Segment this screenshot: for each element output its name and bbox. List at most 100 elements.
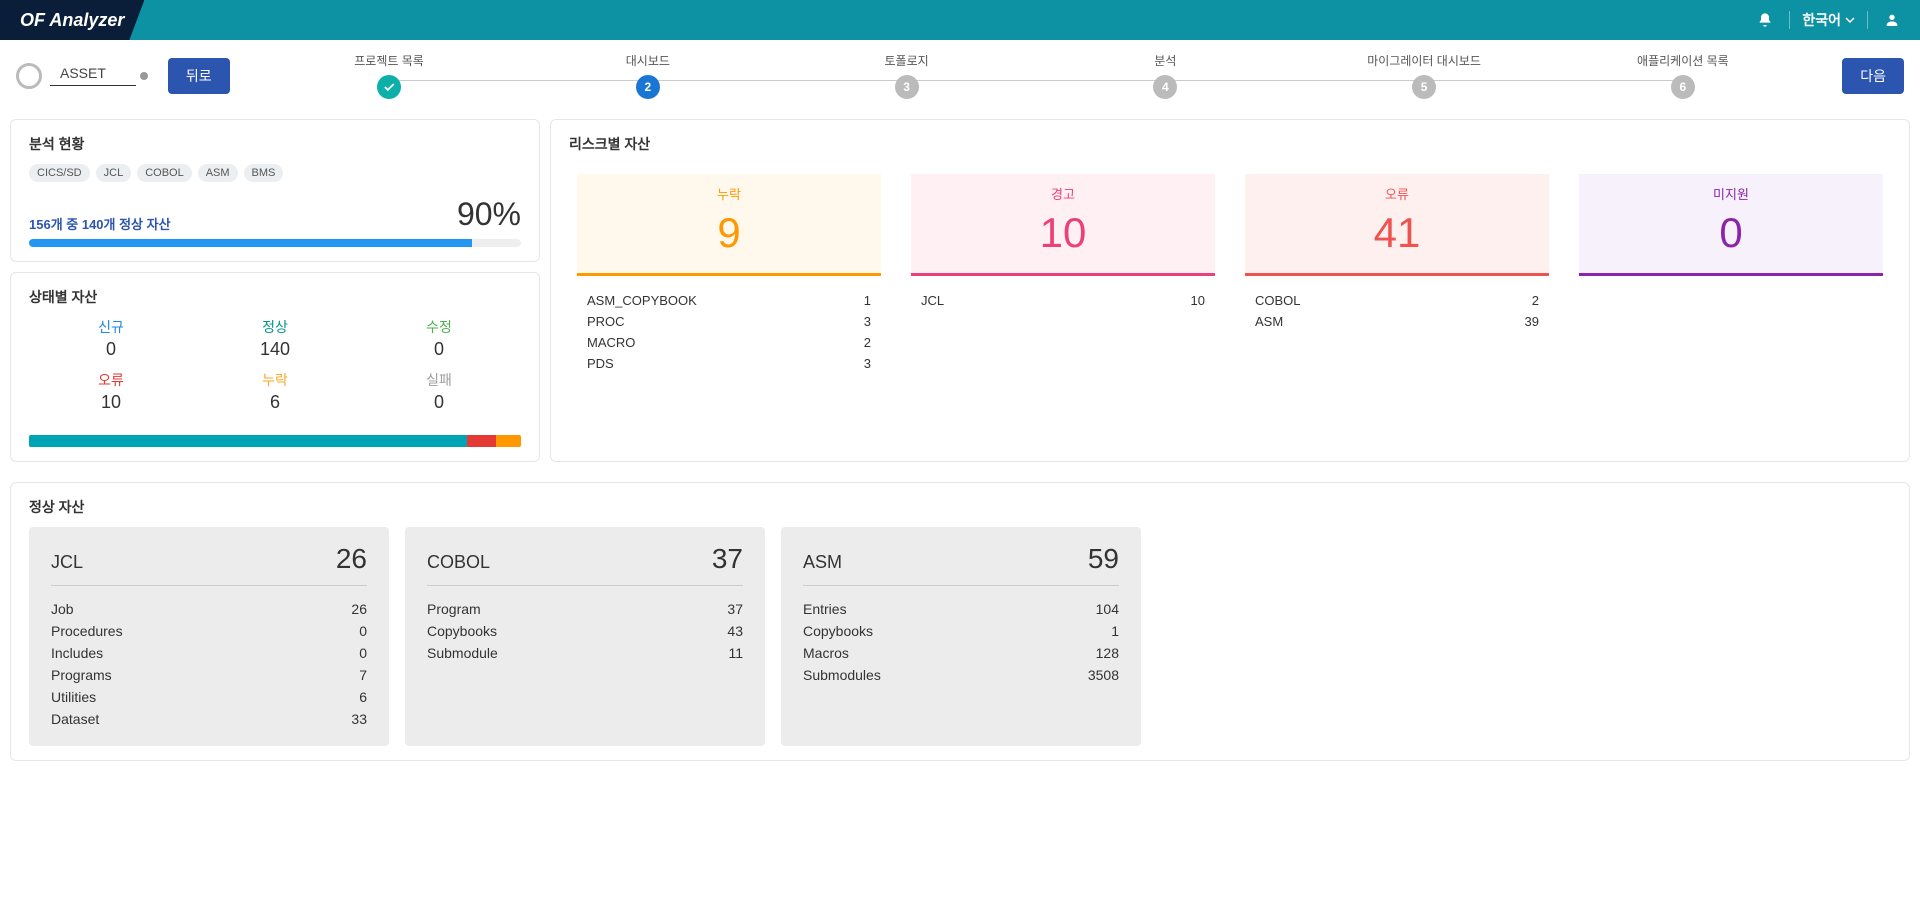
risk-category-count: 10 bbox=[911, 209, 1215, 257]
state-item: 정상140 bbox=[193, 317, 357, 360]
state-item: 오류10 bbox=[29, 370, 193, 413]
topbar: OF Analyzer 한국어 bbox=[0, 0, 1920, 40]
sound-row-value: 11 bbox=[728, 645, 743, 661]
risk-category-count: 41 bbox=[1245, 209, 1549, 257]
sound-row: Dataset33 bbox=[51, 708, 367, 730]
risk-row-label: MACRO bbox=[587, 335, 635, 350]
step-2[interactable]: 대시보드2 bbox=[518, 52, 777, 99]
risk-title: 리스크별 자산 bbox=[569, 134, 1891, 154]
sound-row-value: 1 bbox=[1111, 623, 1119, 639]
risk-row-value: 1 bbox=[864, 293, 871, 308]
sound-card-total: 37 bbox=[712, 543, 743, 575]
sound-row-value: 6 bbox=[359, 689, 367, 705]
sound-cards-row: JCL26 Job26Procedures0Includes0 Programs 7 U… bbox=[29, 527, 1891, 746]
risk-category-card[interactable]: 오류41COBOL2ASM39 bbox=[1237, 164, 1557, 388]
risk-category-title: 오류 bbox=[1245, 184, 1549, 203]
step-label: 마이그레이터 대시보드 bbox=[1367, 52, 1481, 69]
step-3[interactable]: 토폴로지3 bbox=[777, 52, 1036, 99]
sound-row-label: Copybooks bbox=[803, 623, 873, 639]
sound-row-label: Submodules bbox=[803, 667, 881, 683]
risk-row-value: 2 bbox=[1532, 293, 1539, 308]
brand-wrap: OF Analyzer bbox=[0, 0, 144, 40]
risk-row: ASM_COPYBOOK1 bbox=[587, 290, 871, 311]
sound-row: Job26 bbox=[51, 598, 367, 620]
chip[interactable]: CICS/SD bbox=[29, 164, 90, 182]
state-item: 신규0 bbox=[29, 317, 193, 360]
risk-row: PROC 3 bbox=[587, 311, 871, 332]
state-label: 오류 bbox=[29, 370, 193, 390]
sound-row-label: Program bbox=[427, 601, 481, 617]
sound-card: COBOL37Program37Copybooks43Submodule11 bbox=[405, 527, 765, 746]
state-title: 상태별 자산 bbox=[29, 287, 521, 307]
step-5[interactable]: 마이그레이터 대시보드 5 bbox=[1295, 52, 1554, 99]
risk-head: 오류 41 bbox=[1245, 174, 1549, 276]
back-button[interactable]: 뒤로 bbox=[168, 58, 230, 94]
bell-icon[interactable] bbox=[1753, 8, 1777, 32]
sound-row-value: 43 bbox=[727, 623, 743, 639]
sound-row-label: Submodule bbox=[427, 645, 498, 661]
risk-grid: 누락9ASM_COPYBOOK1PROC3MACRO2PDS3경고10JCL10… bbox=[569, 164, 1891, 388]
progress-fill bbox=[29, 239, 472, 247]
user-icon[interactable] bbox=[1880, 8, 1904, 32]
sound-row: Utilities6 bbox=[51, 686, 367, 708]
risk-row-value: 3 bbox=[864, 356, 871, 371]
chevron-down-icon bbox=[1845, 15, 1855, 25]
stacked-segment bbox=[496, 435, 521, 447]
sound-row: Submodules3508 bbox=[803, 664, 1119, 686]
sound-row: Submodule 11 bbox=[427, 642, 743, 664]
risk-row: ASM39 bbox=[1255, 311, 1539, 332]
sound-card-head: JCL26 bbox=[51, 543, 367, 586]
language-selector[interactable]: 한국어 bbox=[1802, 10, 1855, 30]
risk-row-label: PDS bbox=[587, 356, 614, 371]
risk-row: PDS 3 bbox=[587, 353, 871, 374]
step-6[interactable]: 애플리케이션 목록6 bbox=[1554, 52, 1813, 99]
step-circle: 5 bbox=[1412, 75, 1436, 99]
sound-row-value: 7 bbox=[359, 667, 367, 683]
state-card: 상태별 자산 신규0정상140수정0오류10누락6실패0 bbox=[10, 272, 540, 462]
risk-head: 경고10 bbox=[911, 174, 1215, 276]
analysis-status-card: 분석 현황 CICS/SDJCLCOBOLASMBMS 156개 중 140개 … bbox=[10, 119, 540, 262]
risk-category-card[interactable]: 누락9ASM_COPYBOOK1PROC3MACRO2PDS3 bbox=[569, 164, 889, 388]
asset-circle-icon bbox=[16, 63, 42, 89]
risk-row-value: 39 bbox=[1525, 314, 1539, 329]
sound-row-value: 128 bbox=[1096, 645, 1119, 661]
step-label: 토폴로지 bbox=[885, 52, 929, 69]
sound-row-label: Macros bbox=[803, 645, 849, 661]
nav-row: ASSET 뒤로 프로젝트 목록대시보드2토폴로지3분석4마이그레이터 대시보드… bbox=[0, 40, 1920, 119]
sound-row-value: 0 bbox=[359, 645, 367, 661]
separator bbox=[1867, 11, 1868, 29]
sound-row: Includes0 bbox=[51, 642, 367, 664]
state-value: 0 bbox=[357, 392, 521, 413]
chip[interactable]: ASM bbox=[198, 164, 238, 182]
risk-category-title: 누락 bbox=[577, 184, 881, 203]
risk-category-count: 0 bbox=[1579, 209, 1883, 257]
step-1[interactable]: 프로젝트 목록 bbox=[260, 52, 519, 99]
chip[interactable]: COBOL bbox=[137, 164, 192, 182]
next-button[interactable]: 다음 bbox=[1842, 58, 1904, 94]
stacked-bar bbox=[29, 435, 521, 447]
sound-row-label: Programs bbox=[51, 667, 112, 683]
state-grid: 신규0정상140수정0오류10누락6실패0 bbox=[29, 317, 521, 413]
sound-row: Procedures0 bbox=[51, 620, 367, 642]
state-value: 0 bbox=[29, 339, 193, 360]
normal-assets-row: 156개 중 140개 정상 자산 90% bbox=[29, 196, 521, 233]
risk-row-label: JCL bbox=[921, 293, 944, 308]
chip[interactable]: BMS bbox=[244, 164, 284, 182]
risk-row-value: 3 bbox=[864, 314, 871, 329]
state-item: 누락6 bbox=[193, 370, 357, 413]
sound-card: ASM59Entries104Copybooks1Macros128Submod… bbox=[781, 527, 1141, 746]
language-label: 한국어 bbox=[1802, 10, 1841, 30]
sound-row: Program37 bbox=[427, 598, 743, 620]
risk-category-card[interactable]: 경고10 JCL 10 bbox=[903, 164, 1223, 388]
risk-row: MACRO2 bbox=[587, 332, 871, 353]
stacked-segment bbox=[467, 435, 497, 447]
chip[interactable]: JCL bbox=[96, 164, 132, 182]
risk-row: JCL 10 bbox=[921, 290, 1205, 311]
risk-row-label: PROC bbox=[587, 314, 625, 329]
step-4[interactable]: 분석4 bbox=[1036, 52, 1295, 99]
state-label: 수정 bbox=[357, 317, 521, 337]
risk-row-value: 10 bbox=[1191, 293, 1205, 308]
brand: OF Analyzer bbox=[20, 10, 124, 31]
risk-card: 리스크별 자산 누락9ASM_COPYBOOK1PROC3MACRO2PDS3경… bbox=[550, 119, 1910, 462]
risk-category-card[interactable]: 미지원0 bbox=[1571, 164, 1891, 388]
